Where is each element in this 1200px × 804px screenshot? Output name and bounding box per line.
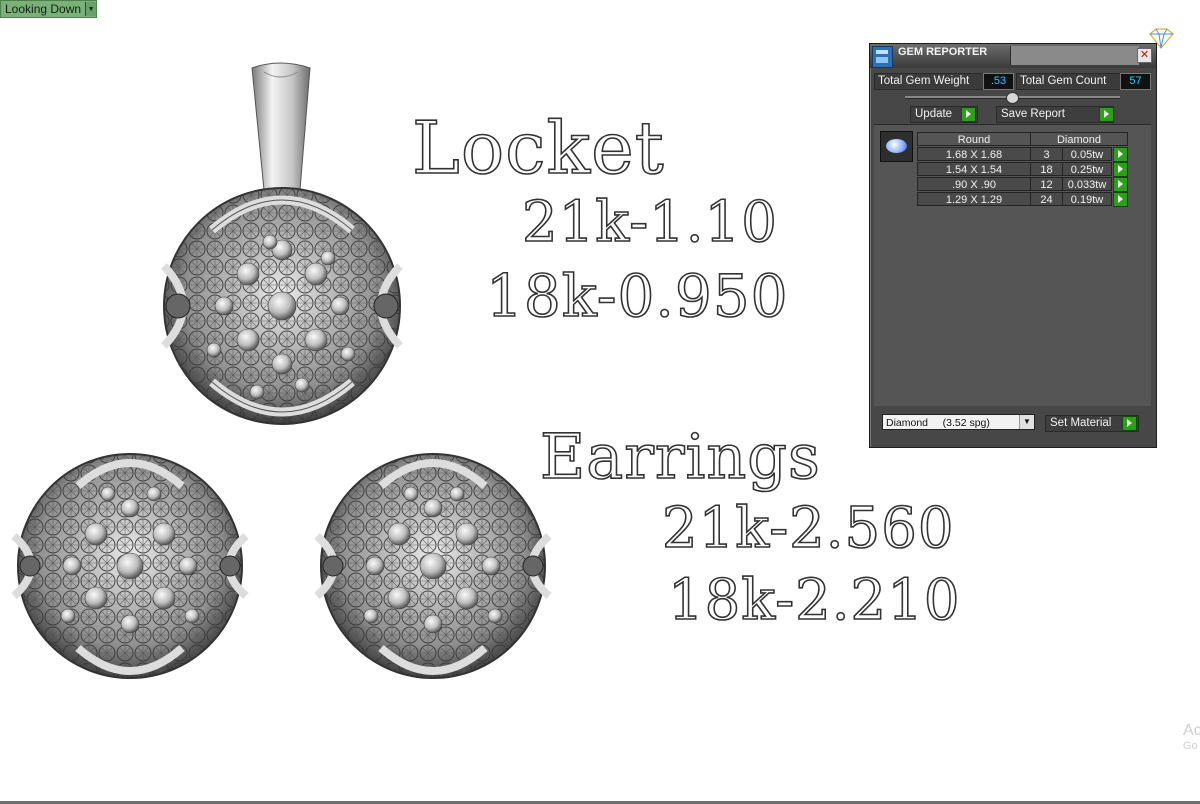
save-report-button-label: Save Report — [1001, 108, 1065, 120]
title-bar-tab — [1010, 46, 1139, 65]
material-select[interactable]: Diamond (3.52 spg) ▼ — [882, 414, 1035, 430]
gem-size-cell: .90 X .90 — [917, 177, 1031, 191]
play-arrow-icon[interactable] — [1113, 162, 1128, 177]
activation-watermark: Ac Go — [1183, 722, 1200, 752]
col-material-header: Diamond — [1030, 132, 1128, 146]
play-arrow-icon[interactable] — [1099, 107, 1114, 122]
total-gem-weight-value: .53 — [983, 73, 1014, 90]
3d-viewport[interactable]: Looking Down ▼ Locket 21k-1.10 18k-0.950… — [0, 0, 1200, 804]
total-gem-count-label: Total Gem Count — [1016, 73, 1136, 90]
update-button-label: Update — [915, 108, 953, 120]
watermark-line2: Go — [1183, 740, 1198, 752]
earring-right-render — [314, 453, 552, 679]
material-select-value: Diamond (3.52 spg) — [886, 417, 990, 429]
col-shape-header: Round — [917, 132, 1031, 146]
panel-title-bar[interactable]: GEM REPORTER ✕ — [870, 44, 1156, 68]
gem-list-area[interactable]: Round Diamond 1.68 X 1.68 3 0.05tw 1.54 … — [874, 124, 1151, 406]
earrings-21k-weight: 21k-2.560 — [661, 495, 955, 562]
earrings-18k-weight: 18k-2.210 — [667, 567, 961, 634]
earring-left-render — [11, 453, 249, 679]
table-row[interactable]: 1.54 X 1.54 18 0.25tw — [917, 162, 1128, 177]
table-row[interactable]: 1.68 X 1.68 3 0.05tw — [917, 147, 1128, 162]
watermark-line1: Ac — [1183, 722, 1200, 739]
dropdown-arrow-icon[interactable]: ▼ — [1019, 415, 1034, 429]
table-row[interactable]: .90 X .90 12 0.033tw — [917, 177, 1128, 192]
locket-21k-weight: 21k-1.10 — [521, 189, 778, 256]
gem-thumbnail-icon[interactable] — [880, 131, 913, 162]
play-arrow-icon[interactable] — [1113, 177, 1128, 192]
gem-size-cell: 1.54 X 1.54 — [917, 162, 1031, 176]
play-arrow-icon[interactable] — [1113, 192, 1128, 207]
save-report-button[interactable]: Save Report — [996, 106, 1114, 123]
view-label-text: Looking Down — [5, 2, 82, 16]
table-row[interactable]: 1.29 X 1.29 24 0.19tw — [917, 192, 1128, 207]
close-icon[interactable]: ✕ — [1137, 48, 1152, 63]
gem-weight-cell: 0.25tw — [1062, 162, 1112, 176]
panel-title: GEM REPORTER — [898, 46, 988, 58]
play-arrow-icon[interactable] — [1122, 416, 1137, 431]
gem-weight-cell: 0.19tw — [1062, 192, 1112, 206]
gem-count-cell: 18 — [1030, 162, 1063, 176]
dropdown-arrow-icon[interactable]: ▼ — [85, 2, 97, 16]
gem-reporter-logo-icon — [872, 46, 893, 68]
play-arrow-icon[interactable] — [1113, 147, 1128, 162]
table-header: Round Diamond — [917, 132, 1128, 146]
earrings-title: Earrings — [539, 419, 821, 494]
locket-render — [161, 62, 403, 425]
gem-count-cell: 24 — [1030, 192, 1063, 206]
gem-count-cell: 12 — [1030, 177, 1063, 191]
gem-reporter-panel: GEM REPORTER ✕ Total Gem Weight .53 Tota… — [869, 43, 1157, 448]
locket-title: Locket — [411, 105, 665, 191]
gem-weight-cell: 0.05tw — [1062, 147, 1112, 161]
view-label[interactable]: Looking Down ▼ — [0, 0, 98, 18]
locket-18k-weight: 18k-0.950 — [485, 261, 789, 331]
gem-size-cell: 1.29 X 1.29 — [917, 192, 1031, 206]
gem-size-cell: 1.68 X 1.68 — [917, 147, 1031, 161]
total-gem-count-value: 57 — [1120, 73, 1151, 90]
slider-knob[interactable] — [1006, 92, 1019, 104]
play-arrow-icon[interactable] — [961, 107, 976, 122]
gem-weight-cell: 0.033tw — [1062, 177, 1112, 191]
set-material-button-label: Set Material — [1050, 417, 1112, 429]
gem-count-cell: 3 — [1030, 147, 1063, 161]
